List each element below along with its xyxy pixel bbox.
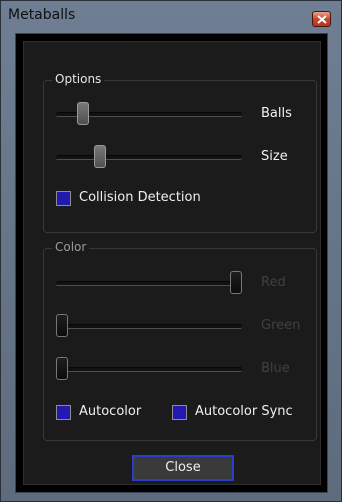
blue-slider-thumb[interactable]	[56, 357, 68, 380]
red-label: Red	[261, 275, 286, 290]
green-slider-thumb[interactable]	[56, 314, 68, 337]
options-legend: Options	[52, 72, 105, 86]
title-bar[interactable]: Metaballs	[1, 1, 341, 31]
window-client-area: Options Balls Size Collision Detection C…	[15, 33, 328, 493]
collision-detection-label[interactable]: Collision Detection	[79, 190, 201, 205]
options-group: Options Balls Size Collision Detection	[43, 72, 317, 233]
color-group: Color Red Green Blue Autocolor Autocolor…	[43, 240, 317, 441]
balls-slider-thumb[interactable]	[77, 102, 89, 125]
green-slider-track[interactable]	[56, 324, 242, 329]
metaballs-window: Metaballs Options Balls Size Collision D…	[0, 0, 342, 502]
autocolor-sync-checkbox[interactable]	[172, 405, 187, 420]
autocolor-label[interactable]: Autocolor	[79, 404, 141, 419]
size-slider-thumb[interactable]	[94, 145, 106, 168]
autocolor-checkbox[interactable]	[56, 405, 71, 420]
red-slider[interactable]	[56, 271, 242, 295]
balls-slider[interactable]	[56, 102, 242, 126]
window-title: Metaballs	[8, 7, 76, 23]
blue-label: Blue	[261, 361, 290, 376]
dialog-panel: Options Balls Size Collision Detection C…	[23, 41, 321, 485]
red-slider-thumb[interactable]	[230, 271, 242, 294]
close-button[interactable]: Close	[132, 455, 234, 481]
collision-detection-checkbox[interactable]	[56, 191, 71, 206]
size-slider-track[interactable]	[56, 155, 242, 160]
color-legend: Color	[52, 240, 90, 254]
green-slider[interactable]	[56, 314, 242, 338]
blue-slider-track[interactable]	[56, 367, 242, 372]
blue-slider[interactable]	[56, 357, 242, 381]
window-close-button[interactable]	[312, 11, 331, 27]
size-slider[interactable]	[56, 145, 242, 169]
balls-label: Balls	[261, 106, 292, 121]
red-slider-track[interactable]	[56, 281, 242, 286]
green-label: Green	[261, 318, 301, 333]
autocolor-sync-label[interactable]: Autocolor Sync	[195, 404, 293, 419]
close-icon	[317, 15, 327, 24]
size-label: Size	[261, 149, 288, 164]
